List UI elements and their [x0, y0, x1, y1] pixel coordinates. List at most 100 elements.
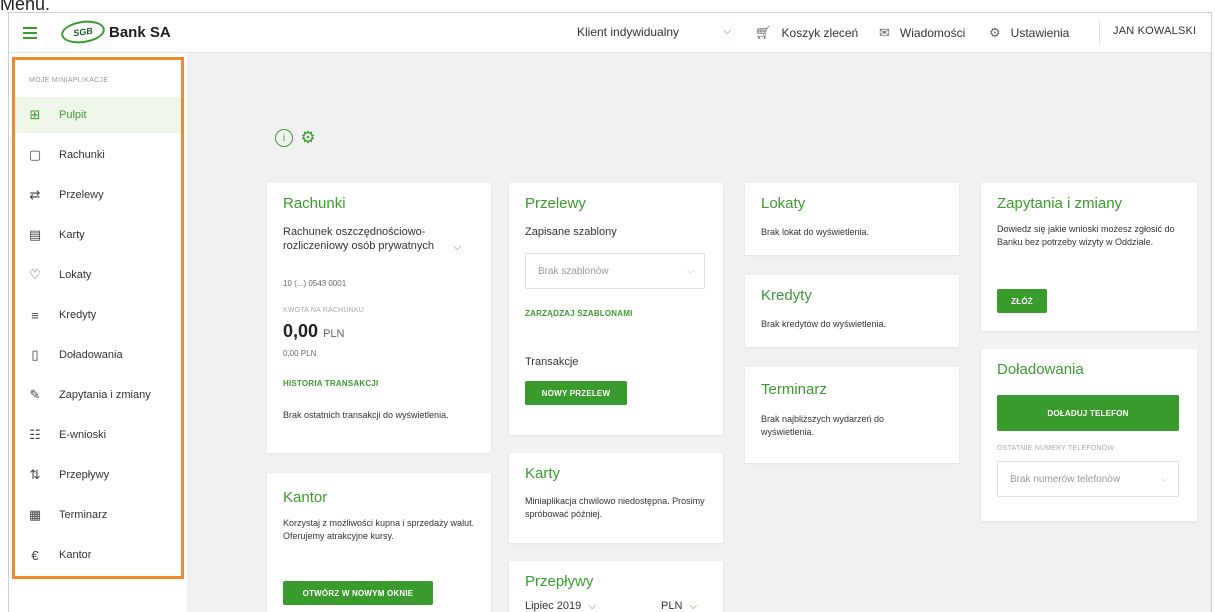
balance-value: 0,00 PLN [283, 321, 344, 342]
templates-placeholder: Brak szablonów [538, 265, 609, 277]
settings-link[interactable]: ⚙︎ Ustawienia [989, 25, 1069, 41]
sidebar-item-karty[interactable]: ▤ Karty [15, 217, 181, 253]
kredyty-text: Brak kredytów do wyświetlenia. [761, 319, 887, 329]
phone-icon: ▯ [31, 347, 39, 362]
card-zapytania: Zapytania i zmiany Dowiedz się jakie wni… [981, 183, 1197, 331]
sidebar-item-pulpit[interactable]: ⊞ Pulpit [15, 97, 181, 133]
account-chevron-down-icon[interactable]: ⌵ [453, 241, 461, 254]
card-przelewy: Przelewy Zapisane szablony Brak szablonó… [509, 183, 723, 435]
basket-icon: 🛒︎ [755, 25, 772, 40]
sidebar-item-label: Doładowania [59, 349, 123, 361]
main-dashboard: i ⚙︎ Rachunki Rachunek oszczędnościowo-r… [187, 53, 1211, 612]
card-title: Doładowania [997, 361, 1084, 378]
sidebar-item-label: Rachunki [59, 149, 105, 161]
sidebar-item-rachunki[interactable]: ▢ Rachunki [15, 137, 181, 173]
sidebar-item-label: Terminarz [59, 509, 108, 521]
manage-templates-link[interactable]: ZARZĄDZAJ SZABLONAMI [525, 309, 633, 318]
chevron-down-icon: ⌵ [1161, 473, 1168, 484]
transfer-icon: ⇄ [29, 187, 41, 202]
sidebar-item-kredyty[interactable]: ≡ Kredyty [15, 297, 181, 333]
hamburger-menu-icon[interactable] [23, 27, 37, 39]
recent-numbers-label: OSTATNIE NUMERY TELEFONÓW [997, 445, 1115, 452]
card-title: Kantor [283, 489, 328, 506]
open-new-window-button[interactable]: OTWÓRZ W NOWYM OKNIE [283, 581, 433, 605]
dashboard-settings-gear-icon[interactable]: ⚙︎ [299, 128, 317, 147]
cart-link[interactable]: 🛒︎ Koszyk zleceń [755, 25, 858, 41]
card-title: Kredyty [761, 287, 812, 304]
calendar-icon: ▦ [28, 507, 42, 522]
recent-numbers-placeholder: Brak numerów telefonów [1010, 473, 1121, 485]
sidebar-item-lokaty[interactable]: ♡ Lokaty [15, 257, 181, 293]
top-up-phone-button[interactable]: DOŁADUJ TELEFON [997, 395, 1179, 431]
no-transactions-text: Brak ostatnich transakcji do wyświetleni… [283, 410, 449, 420]
exchange-icon: € [31, 547, 39, 563]
currency-value: PLN [661, 600, 683, 612]
card-title: Lokaty [761, 195, 806, 212]
karty-text: Miniaplikacja chwilowo niedostępna. Pros… [525, 496, 705, 519]
sidebar-item-kantor[interactable]: € Kantor [15, 537, 181, 573]
messages-link[interactable]: ✉︎ Wiadomości [879, 25, 965, 41]
logo-text: Bank SA [109, 23, 171, 41]
card-title: Karty [525, 465, 561, 482]
sidebar-item-label: Karty [59, 229, 85, 241]
transactions-label: Transakcje [525, 356, 579, 368]
card-lokaty: Lokaty Brak lokat do wyświetlenia. [745, 183, 959, 255]
sidebar-heading: MOJE MINIAPLIKACJE [29, 77, 109, 84]
lokaty-text: Brak lokat do wyświetlenia. [761, 227, 870, 237]
templates-select[interactable]: Brak szablonów ⌵ [525, 253, 705, 289]
user-name-link[interactable]: JAN KOWALSKI [1113, 25, 1196, 37]
sidebar: MOJE MINIAPLIKACJE ⊞ Pulpit ▢ Rachunki ⇄… [9, 53, 187, 612]
sidebar-item-label: Kredyty [59, 309, 97, 321]
sidebar-item-label: Przepływy [59, 469, 110, 481]
sidebar-item-label: Kantor [59, 549, 92, 561]
cashflow-icon: ⇅ [29, 467, 41, 482]
card-title: Przepływy [525, 573, 594, 590]
currency-select[interactable]: PLN ⌵ [661, 599, 697, 612]
terminarz-text: Brak najbliższych wydarzeń do wyświetlen… [761, 414, 885, 437]
month-value: Lipiec 2019 [525, 600, 582, 612]
recent-numbers-select[interactable]: Brak numerów telefonów ⌵ [997, 461, 1179, 497]
gear-icon: ⚙︎ [989, 25, 1001, 40]
card-icon: ▤ [28, 227, 42, 242]
account-name[interactable]: Rachunek oszczędnościowo-rozliczeniowy o… [283, 225, 453, 253]
card-rachunki: Rachunki Rachunek oszczędnościowo-rozlic… [267, 183, 491, 453]
balance-amount: 0,00 [283, 321, 319, 341]
balance-currency: PLN [323, 328, 345, 340]
card-title: Zapytania i zmiany [997, 195, 1123, 212]
logo-badge: SGB [59, 18, 107, 46]
client-type-label: Klient indywidualny [577, 25, 680, 39]
templates-label: Zapisane szablony [525, 226, 617, 238]
chevron-down-icon: ⌵ [687, 265, 694, 276]
month-select[interactable]: Lipiec 2019 ⌵ [525, 599, 596, 612]
sidebar-item-przeplywy[interactable]: ⇅ Przepływy [15, 457, 181, 493]
sidebar-item-label: Przelewy [59, 189, 104, 201]
chevron-down-icon: ⌵ [689, 601, 698, 612]
sidebar-item-terminarz[interactable]: ▦ Terminarz [15, 497, 181, 533]
wallet-icon: ▢ [28, 147, 42, 162]
balance-label: KWOTA NA RACHUNKU [283, 307, 365, 314]
sidebar-item-label: Lokaty [59, 269, 92, 281]
history-link[interactable]: HISTORIA TRANSAKCJI [283, 379, 378, 388]
zapytania-text: Dowiedz się jakie wnioski możesz zgłosić… [997, 224, 1175, 247]
info-icon[interactable]: i [275, 129, 293, 147]
sidebar-item-label: E-wnioski [59, 429, 107, 441]
chevron-down-icon[interactable]: ⌵ [723, 25, 731, 38]
new-transfer-button[interactable]: NOWY PRZELEW [525, 381, 627, 405]
account-number: 10 (...) 0543 0001 [283, 279, 347, 288]
dashboard-icon: ⊞ [29, 107, 41, 122]
chevron-down-icon: ⌵ [588, 601, 596, 612]
card-kredyty: Kredyty Brak kredytów do wyświetlenia. [745, 275, 959, 347]
envelope-icon: ✉︎ [879, 25, 890, 40]
card-title: Rachunki [283, 195, 346, 212]
sidebar-item-ewnioski[interactable]: ☷ E-wnioski [15, 417, 181, 453]
sidebar-item-zapytania[interactable]: ✎ Zapytania i zmiany [15, 377, 181, 413]
available-balance: 0,00 PLN [283, 349, 317, 358]
kantor-text: Korzystaj z możliwości kupna i sprzedaży… [283, 518, 475, 541]
sidebar-item-doladowania[interactable]: ▯ Doładowania [15, 337, 181, 373]
client-type-select[interactable]: Klient indywidualny [577, 25, 679, 39]
app-window: SGB Bank SA Klient indywidualny ⌵ 🛒︎ Kos… [8, 12, 1212, 612]
card-title: Przelewy [525, 195, 586, 212]
submit-request-button[interactable]: ZŁÓŻ [997, 289, 1047, 313]
bank-logo[interactable]: SGB Bank SA [59, 18, 171, 46]
sidebar-item-przelewy[interactable]: ⇄ Przelewy [15, 177, 181, 213]
